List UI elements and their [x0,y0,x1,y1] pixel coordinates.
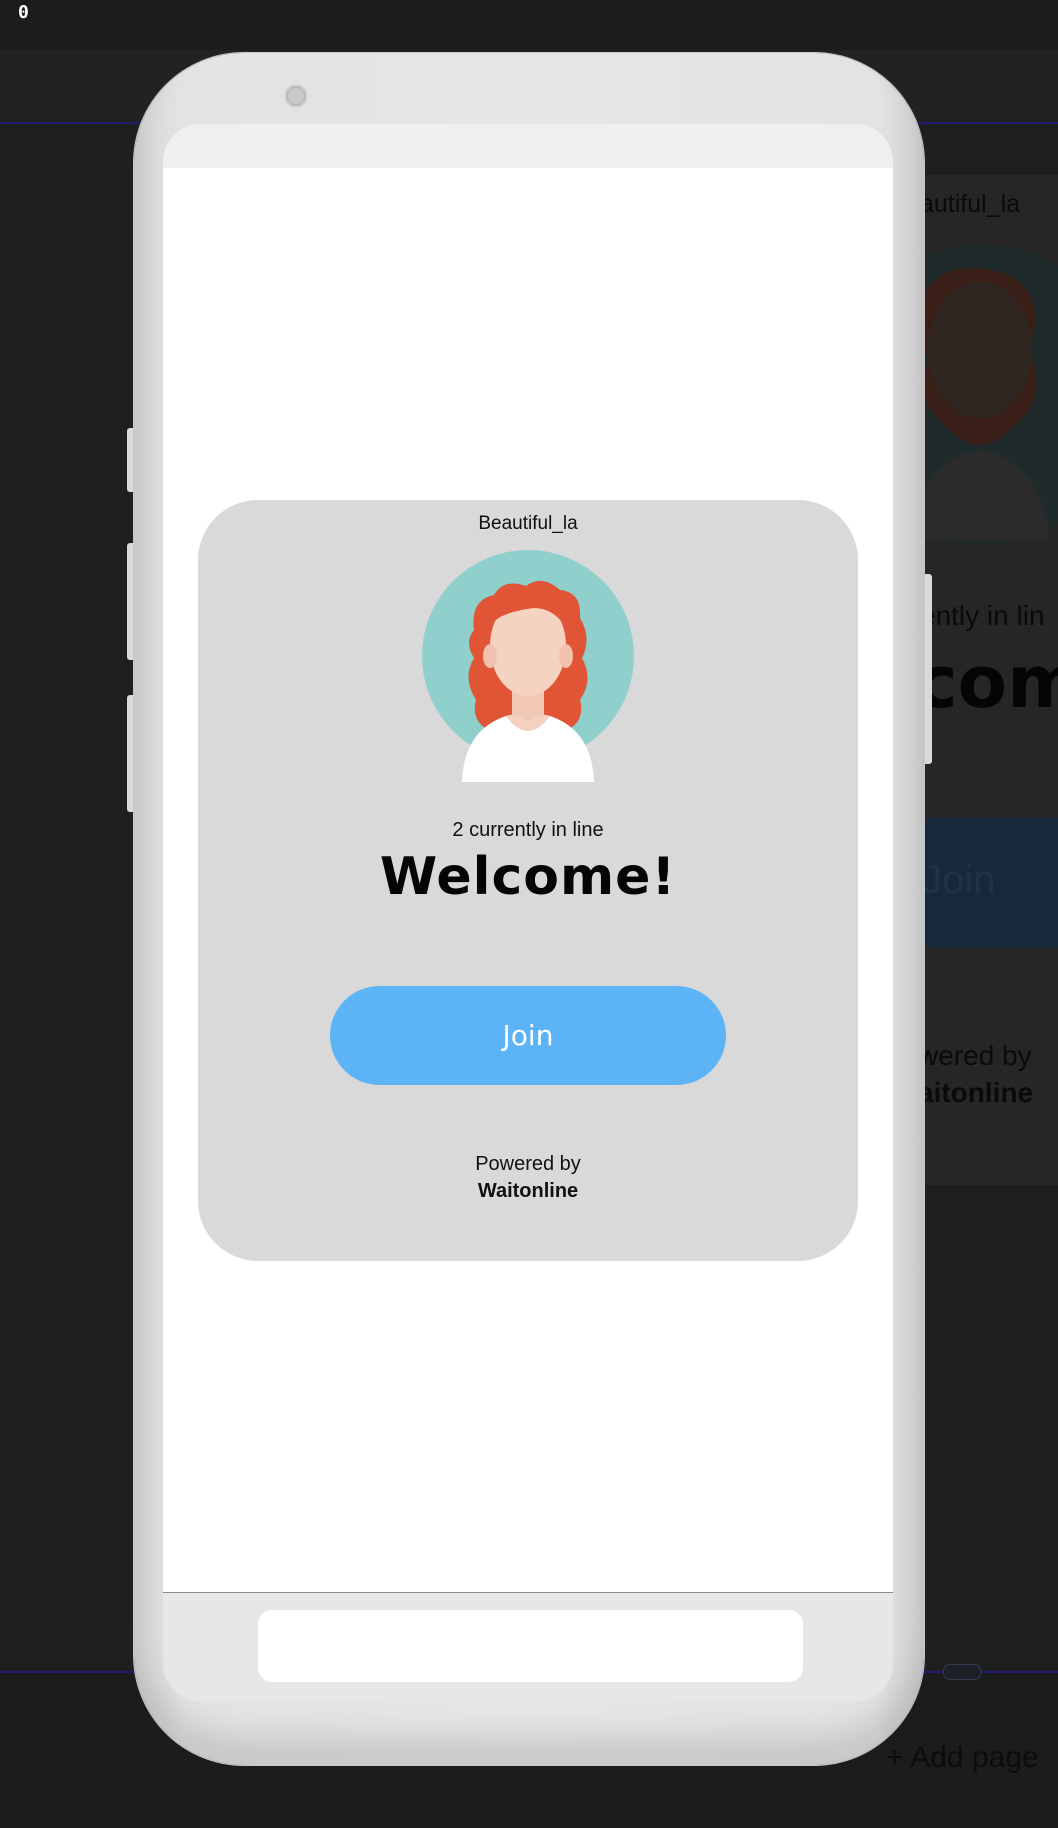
camera-icon [284,84,308,108]
toolbar-glyph: 0 [18,2,29,23]
background-preview-brand: aitonline [918,1077,1034,1108]
background-preview-welcome: com [915,640,1058,724]
background-preview-join: Join [922,858,996,902]
editor-root: 0 autiful_la ently in lin com Join wered… [0,0,1058,1828]
business-name: Beautiful_la [478,513,578,534]
phone-screen: Beautiful_la 2 currently in line Welcome… [163,124,893,1701]
background-preview-name: autiful_la [920,190,1021,218]
join-button[interactable]: Join [330,986,726,1085]
woman-avatar-icon [422,550,634,782]
browser-bottom-bar [163,1592,893,1701]
add-page-button[interactable]: + Add page [886,1741,1039,1775]
top-toolbar: 0 [0,0,1058,50]
brand-name: Waitonline [477,1180,579,1202]
background-preview-powered: wered by [918,1040,1032,1071]
url-bar[interactable] [258,1610,803,1682]
background-preview-queue: ently in lin [920,600,1045,631]
status-bar [163,124,893,168]
queue-status: 2 currently in line [452,819,604,841]
canvas-resize-handle[interactable] [943,1664,981,1680]
welcome-heading: Welcome! [379,847,677,907]
powered-by-label: Powered by [475,1153,581,1175]
welcome-card: Beautiful_la 2 currently in line Welcome… [198,500,858,1261]
